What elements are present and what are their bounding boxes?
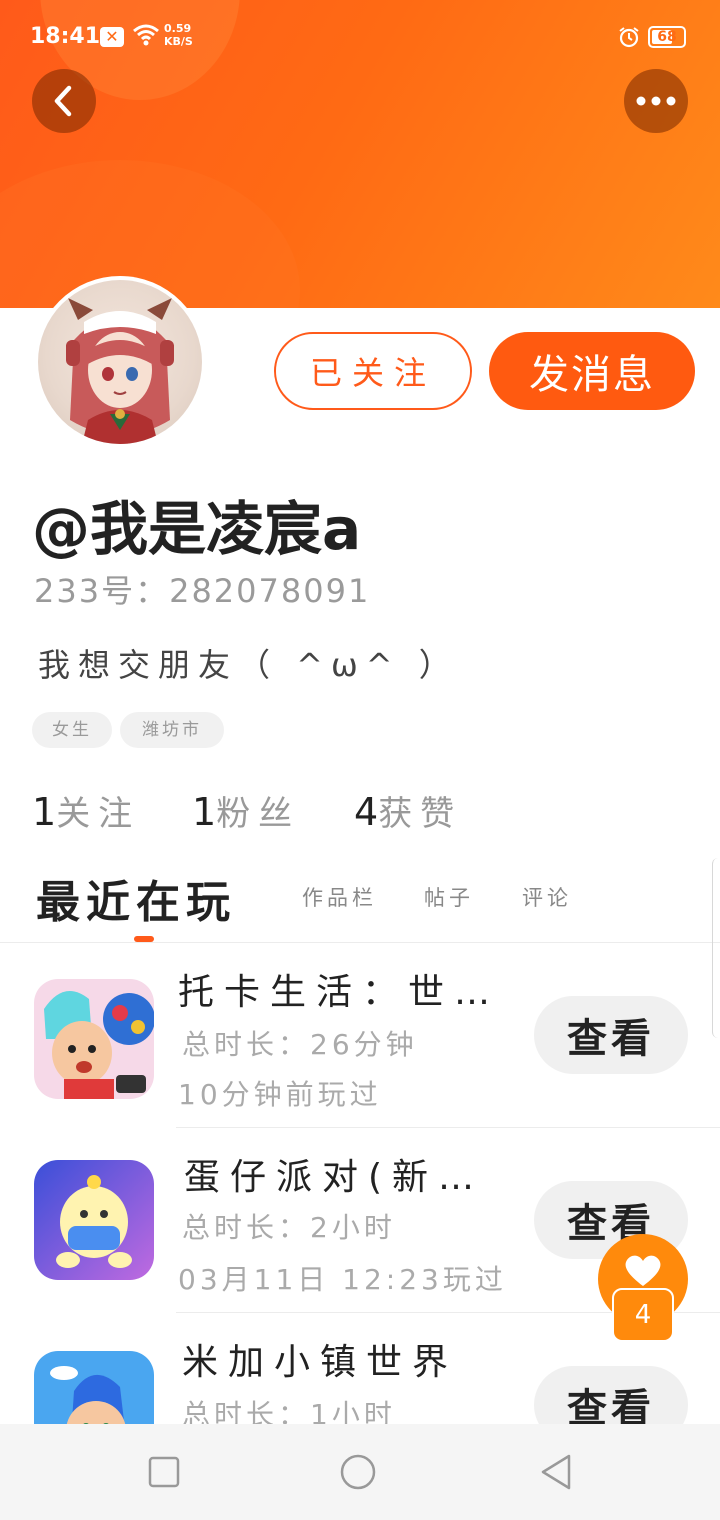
system-navigation-bar	[0, 1424, 720, 1520]
status-bar: 18:41 ✕ 0.59 KB/S 68	[0, 18, 720, 58]
tab-comments[interactable]: 评论	[522, 882, 572, 912]
followed-button[interactable]: 已关注	[274, 332, 472, 410]
stat-likes[interactable]: 4获赞	[354, 786, 462, 835]
alarm-icon	[619, 27, 639, 48]
home-button[interactable]	[338, 1452, 378, 1492]
avatar[interactable]	[34, 276, 206, 448]
recent-apps-button[interactable]	[144, 1452, 184, 1492]
profile-uid: 233号：282078091	[34, 572, 371, 610]
circle-icon	[340, 1454, 376, 1490]
wifi-icon	[133, 24, 159, 46]
tab-recently-played[interactable]: 最近在玩	[36, 866, 236, 930]
eggy-party-icon	[34, 1160, 154, 1280]
tab-posts[interactable]: 帖子	[424, 882, 474, 912]
game-name: 蛋仔派对(新…	[184, 1157, 485, 1198]
list-item[interactable]: 托卡生活：世界 总时长：26分钟 10分钟前玩过 查看	[0, 943, 720, 1128]
profile-header-banner: 18:41 ✕ 0.59 KB/S 68	[0, 0, 720, 308]
profile-nickname: @我是凌宸a	[32, 495, 362, 563]
stat-fans-count: 1	[192, 790, 217, 834]
profile-bio: 我想交朋友（ ^ω^ ）	[38, 646, 459, 684]
game-name: 米加小镇世界	[182, 1342, 459, 1383]
game-last-played: 10分钟前玩过	[178, 1078, 382, 1111]
network-speed: 0.59 KB/S	[164, 22, 193, 48]
battery-percent: 68	[657, 29, 677, 45]
game-last-played: 03月11日 12:23玩过	[178, 1263, 507, 1296]
back-button[interactable]	[32, 69, 96, 133]
network-speed-unit: KB/S	[164, 35, 193, 48]
stat-likes-label: 获赞	[378, 794, 463, 834]
battery-icon: 68	[648, 26, 686, 48]
stat-following-label: 关注	[56, 794, 141, 834]
stat-fans[interactable]: 1粉丝	[192, 786, 300, 835]
network-speed-value: 0.59	[164, 22, 192, 35]
notification-icon: ✕	[100, 27, 124, 47]
tab-works[interactable]: 作品栏	[302, 882, 377, 912]
view-button[interactable]: 查看	[534, 996, 688, 1074]
game-name: 托卡生活：世界	[178, 972, 498, 1013]
avatar-character-icon	[66, 298, 174, 444]
game-duration: 总时长：26分钟	[182, 1028, 418, 1061]
chevron-left-icon	[54, 85, 72, 117]
more-dots-icon	[636, 96, 676, 106]
heart-icon	[625, 1255, 661, 1286]
back-nav-button[interactable]	[536, 1452, 576, 1492]
toca-life-world-icon	[34, 979, 154, 1099]
triangle-back-icon	[541, 1454, 571, 1490]
more-options-button[interactable]	[624, 69, 688, 133]
stat-following[interactable]: 1关注	[32, 786, 140, 835]
floating-badge-count: 4	[612, 1288, 674, 1342]
stat-likes-count: 4	[354, 790, 379, 834]
gender-tag: 女生	[32, 712, 112, 748]
location-tag: 潍坊市	[120, 712, 224, 748]
game-duration: 总时长：2小时	[182, 1211, 396, 1244]
status-time: 18:41	[30, 24, 101, 49]
stat-following-count: 1	[32, 790, 57, 834]
square-icon	[148, 1456, 180, 1488]
stat-fans-label: 粉丝	[216, 794, 301, 834]
send-message-button[interactable]: 发消息	[489, 332, 695, 410]
